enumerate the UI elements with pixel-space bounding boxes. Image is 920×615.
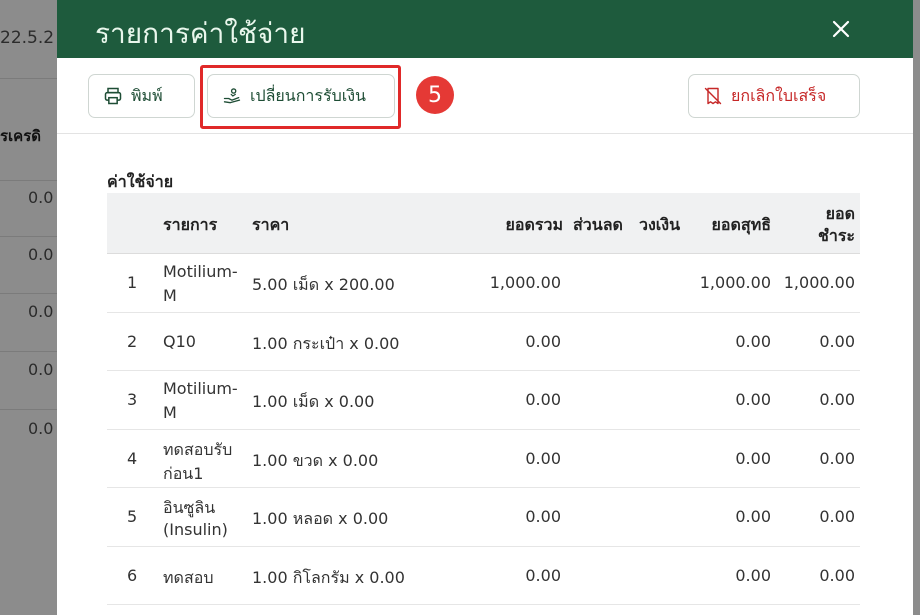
row-payable: 0.00 <box>819 331 855 351</box>
cancel-receipt-button-label: ยกเลิกใบเสร็จ <box>731 85 827 105</box>
row-item: อินซูลิน <box>163 498 216 517</box>
printer-icon <box>104 87 122 105</box>
background-value: 0.0 <box>28 302 54 321</box>
row-net: 0.00 <box>735 390 771 409</box>
expense-list-modal: รายการค่าใช้จ่าย พิมพ์ เปลี่ยนการรับเงิน <box>57 0 913 615</box>
header-net: ยอดสุทธิ <box>711 215 771 234</box>
row-total: 1,000.00 <box>489 273 561 292</box>
row-number: 3 <box>127 390 138 409</box>
table-row: 2 Q10 1.00 กระเป๋า x 0.00 0.00 0.00 0.00 <box>107 313 860 371</box>
divider <box>0 293 60 294</box>
row-item-line2: (Insulin) <box>163 520 228 539</box>
receipt-off-icon <box>704 87 722 105</box>
modal-title: รายการค่าใช้จ่าย <box>95 17 306 50</box>
divider <box>0 351 60 352</box>
row-number: 5 <box>127 507 138 526</box>
table-row: 6 ทดสอบ 1.00 กิโลกรัม x 0.00 0.00 0.00 0.00 <box>107 547 860 605</box>
row-item: Motilium- <box>163 379 238 398</box>
expense-table: รายการ ราคา ยอดรวม ส่วนลด วงเงิน ยอดสุทธ… <box>107 193 860 605</box>
row-price: 1.00 ขวด x 0.00 <box>252 450 379 470</box>
row-price: 1.00 เม็ด x 0.00 <box>252 392 375 411</box>
table-header: รายการ ราคา ยอดรวม ส่วนลด วงเงิน ยอดสุทธ… <box>107 193 860 254</box>
modal-header: รายการค่าใช้จ่าย <box>57 0 913 58</box>
row-net: 0.00 <box>735 448 771 468</box>
row-number: 2 <box>127 331 138 351</box>
background-column-header: รเครดิ <box>0 127 42 145</box>
close-icon <box>832 20 850 38</box>
divider <box>0 78 60 79</box>
row-number: 4 <box>127 448 138 468</box>
table-row: 4 ทดสอบรับก่อน1 1.00 ขวด x 0.00 0.00 0.00 0.0… <box>107 430 860 488</box>
row-item: Motilium- <box>163 262 238 281</box>
print-button-label: พิมพ์ <box>131 85 163 105</box>
background-value: 0.0 <box>28 419 54 438</box>
row-item-line2: M <box>163 286 177 305</box>
section-title: ค่าใช้จ่าย <box>107 172 174 191</box>
header-credit: วงเงิน <box>639 215 681 234</box>
background-date: 22.5.2 <box>0 28 55 48</box>
row-payable: 0.00 <box>819 390 855 409</box>
row-payable: 0.00 <box>819 507 855 526</box>
row-net: 0.00 <box>735 331 771 351</box>
row-payable: 1,000.00 <box>783 273 855 292</box>
row-net: 0.00 <box>735 507 771 526</box>
row-item-line2: M <box>163 403 177 422</box>
row-number: 6 <box>127 565 138 585</box>
divider <box>0 180 60 181</box>
row-item-line2: ก่อน1 <box>163 463 204 483</box>
header-total: ยอดรวม <box>505 215 564 234</box>
row-number: 1 <box>127 273 138 292</box>
background-value: 0.0 <box>28 360 54 379</box>
divider <box>0 236 60 237</box>
row-total: 0.00 <box>525 448 561 468</box>
row-net: 1,000.00 <box>699 273 771 292</box>
header-payable-line2: ชำระ <box>817 226 855 245</box>
header-discount: ส่วนลด <box>573 215 623 234</box>
step-badge: 5 <box>416 76 454 114</box>
row-item: ทดสอบ <box>163 567 214 587</box>
table-row: 3 Motilium- M 1.00 เม็ด x 0.00 0.00 0.00 0.00 <box>107 371 860 430</box>
row-item: ทดสอบรับ <box>163 439 233 459</box>
close-button[interactable] <box>829 17 853 41</box>
row-net: 0.00 <box>735 565 771 585</box>
cancel-receipt-button[interactable]: ยกเลิกใบเสร็จ <box>688 74 860 118</box>
row-payable: 0.00 <box>819 565 855 585</box>
row-price: 1.00 หลอด x 0.00 <box>252 509 389 528</box>
row-total: 0.00 <box>525 507 561 526</box>
row-total: 0.00 <box>525 390 561 409</box>
row-item: Q10 <box>163 331 196 351</box>
header-item: รายการ <box>163 215 218 234</box>
row-price: 1.00 กระเป๋า x 0.00 <box>252 333 400 353</box>
header-price: ราคา <box>252 215 290 234</box>
highlight-box <box>200 65 401 129</box>
table-body: 1 Motilium- M 5.00 เม็ด x 200.00 1,000.00 1,0… <box>107 254 860 605</box>
divider <box>0 409 60 410</box>
print-button[interactable]: พิมพ์ <box>88 74 195 118</box>
row-total: 0.00 <box>525 331 561 351</box>
background-value: 0.0 <box>28 245 54 264</box>
modal-toolbar: พิมพ์ เปลี่ยนการรับเงิน 5 ยกเลิกใบเสร็จ <box>57 58 913 134</box>
table-row: 1 Motilium- M 5.00 เม็ด x 200.00 1,000.00 1,0… <box>107 254 860 313</box>
row-price: 5.00 เม็ด x 200.00 <box>252 275 395 294</box>
background-value: 0.0 <box>28 188 54 207</box>
row-price: 1.00 กิโลกรัม x 0.00 <box>252 567 405 587</box>
row-payable: 0.00 <box>819 448 855 468</box>
row-total: 0.00 <box>525 565 561 585</box>
table-row: 5 อินซูลิน (Insulin) 1.00 หลอด x 0.00 0.00 0.… <box>107 488 860 547</box>
